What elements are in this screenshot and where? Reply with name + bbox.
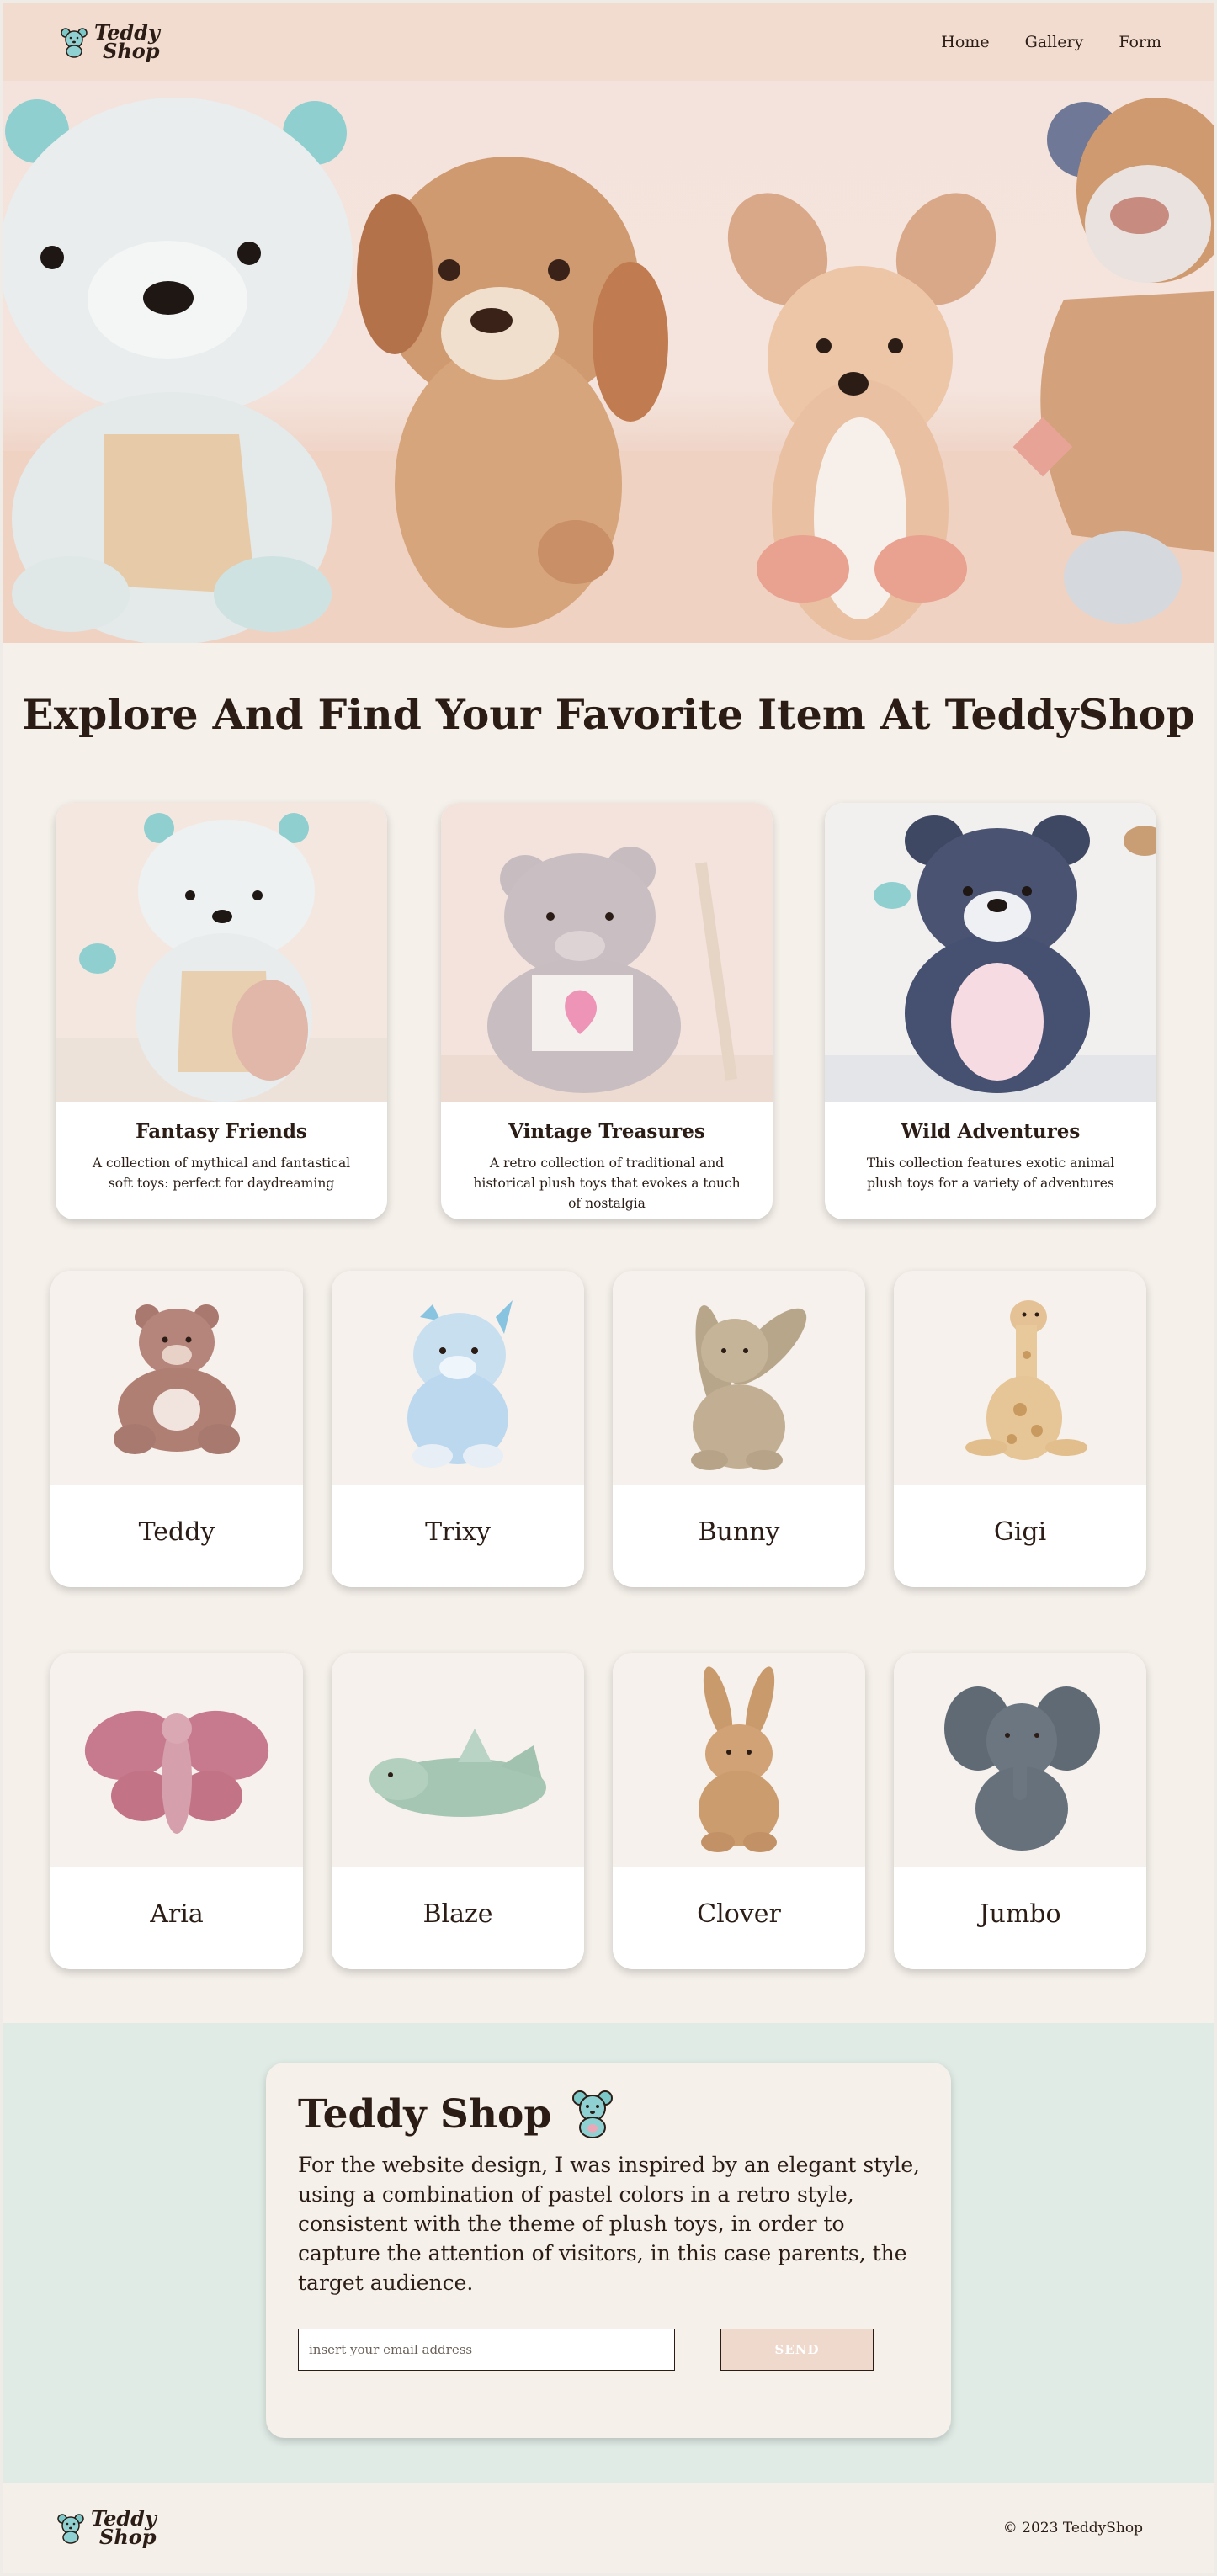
main-nav: Home Gallery Form: [941, 33, 1161, 51]
newsletter-text: For the website design, I was inspired b…: [298, 2153, 921, 2295]
email-input[interactable]: [298, 2329, 675, 2371]
logo-line-2: Shop: [103, 39, 160, 63]
product-image-aria: [50, 1653, 303, 1867]
product-name: Blaze: [422, 1899, 493, 1929]
product-card-jumbo[interactable]: Jumbo: [894, 1653, 1146, 1969]
section-title: Explore And Find Your Favorite Item At T…: [22, 690, 1195, 739]
featured-title: Wild Adventures: [901, 1120, 1081, 1143]
product-name: Aria: [150, 1899, 204, 1929]
footer-logo[interactable]: Teddy Shop: [54, 2508, 157, 2549]
featured-description: A retro collection of traditional and hi…: [473, 1155, 741, 1211]
featured-image-fantasy: [56, 803, 387, 1102]
featured-image-vintage: [441, 803, 773, 1102]
featured-description: A collection of mythical and fantastical…: [92, 1155, 351, 1191]
logo-text: Teddy Shop: [94, 23, 160, 63]
nav-home[interactable]: Home: [941, 33, 989, 51]
product-card-aria[interactable]: Aria: [50, 1653, 303, 1969]
product-image-gigi: [894, 1271, 1146, 1485]
product-card-teddy[interactable]: Teddy: [50, 1271, 303, 1587]
newsletter-heading: Teddy Shop: [298, 2088, 919, 2140]
product-image-trixy: [332, 1271, 584, 1485]
product-image-bunny: [613, 1271, 865, 1485]
logo-text: Teddy Shop: [91, 2508, 157, 2549]
product-name: Trixy: [425, 1517, 491, 1547]
product-card-blaze[interactable]: Blaze: [332, 1653, 584, 1969]
send-button[interactable]: SEND: [720, 2329, 874, 2371]
product-name: Bunny: [698, 1517, 780, 1547]
product-name: Gigi: [993, 1517, 1047, 1547]
product-name: Clover: [697, 1899, 781, 1929]
featured-description: This collection features exotic animal p…: [866, 1155, 1115, 1191]
product-image-teddy: [50, 1271, 303, 1485]
product-image-jumbo: [894, 1653, 1146, 1867]
site-header: Teddy Shop Home Gallery Form: [3, 3, 1214, 81]
newsletter-title: Teddy Shop: [298, 2090, 552, 2138]
product-card-gigi[interactable]: Gigi: [894, 1271, 1146, 1587]
product-card-bunny[interactable]: Bunny: [613, 1271, 865, 1587]
featured-image-wild: [825, 803, 1156, 1102]
featured-card-fantasy[interactable]: Fantasy Friends A collection of mythical…: [56, 803, 387, 1219]
product-image-clover: [613, 1653, 865, 1867]
featured-title: Vintage Treasures: [508, 1120, 705, 1143]
product-card-trixy[interactable]: Trixy: [332, 1271, 584, 1587]
product-card-clover[interactable]: Clover: [613, 1653, 865, 1969]
logo[interactable]: Teddy Shop: [57, 23, 160, 63]
featured-card-wild[interactable]: Wild Adventures This collection features…: [825, 803, 1156, 1219]
nav-gallery[interactable]: Gallery: [1025, 33, 1084, 51]
product-name: Jumbo: [979, 1899, 1061, 1929]
featured-card-vintage[interactable]: Vintage Treasures A retro collection of …: [441, 803, 773, 1219]
teddy-bear-icon: [572, 2090, 614, 2138]
product-name: Teddy: [138, 1517, 215, 1547]
teddy-bear-icon: [61, 28, 88, 58]
product-image-blaze: [332, 1653, 584, 1867]
hero-image: [3, 81, 1214, 643]
featured-title: Fantasy Friends: [136, 1120, 307, 1143]
nav-form[interactable]: Form: [1119, 33, 1161, 51]
copyright: © 2023 TeddyShop: [1002, 2519, 1143, 2536]
newsletter-card: Teddy Shop For the website design, I was…: [266, 2063, 951, 2438]
logo-line-2: Shop: [99, 2524, 157, 2549]
teddy-bear-icon: [57, 2513, 84, 2544]
site-footer: Teddy Shop © 2023 TeddyShop: [3, 2483, 1214, 2573]
